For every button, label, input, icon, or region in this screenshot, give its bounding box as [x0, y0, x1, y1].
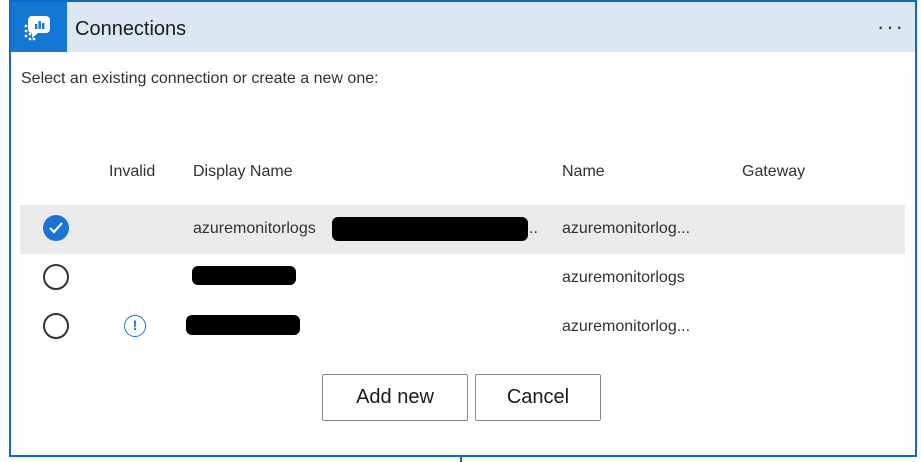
- connector-line: [460, 457, 462, 462]
- column-header-name: Name: [562, 163, 605, 180]
- connections-panel: Connections ··· Select an existing conne…: [9, 0, 917, 457]
- radio-unchecked-icon[interactable]: [43, 264, 69, 290]
- radio-unchecked-icon[interactable]: [43, 313, 69, 339]
- redaction-mark: [186, 315, 300, 335]
- connection-row[interactable]: azuremonitorlogs .. azuremonitorlog...: [20, 205, 905, 254]
- more-options-icon[interactable]: ···: [877, 2, 905, 52]
- radio-checked-icon[interactable]: [43, 215, 69, 241]
- display-name-ellipsis: ..: [529, 220, 538, 237]
- panel-title: Connections: [75, 18, 187, 40]
- warning-icon: !: [124, 315, 146, 337]
- monitor-logs-icon: [11, 2, 67, 52]
- connection-row[interactable]: ! azuremonitorlog...: [20, 303, 905, 352]
- add-new-button[interactable]: Add new: [322, 374, 468, 421]
- redaction-mark: [192, 266, 296, 285]
- connection-display-name: azuremonitorlogs: [193, 220, 316, 237]
- connection-name: azuremonitorlog...: [562, 318, 691, 335]
- connection-row[interactable]: azuremonitorlogs: [20, 254, 905, 303]
- column-header-gateway: Gateway: [742, 163, 806, 180]
- panel-header: Connections ···: [11, 2, 915, 52]
- column-header-invalid: Invalid: [109, 163, 156, 180]
- cancel-button[interactable]: Cancel: [475, 374, 601, 421]
- instruction-text: Select an existing connection or create …: [21, 70, 379, 87]
- redaction-mark: [332, 217, 528, 241]
- connection-name: azuremonitorlogs: [562, 269, 685, 286]
- column-header-display-name: Display Name: [193, 163, 293, 180]
- connection-name: azuremonitorlog...: [562, 220, 691, 237]
